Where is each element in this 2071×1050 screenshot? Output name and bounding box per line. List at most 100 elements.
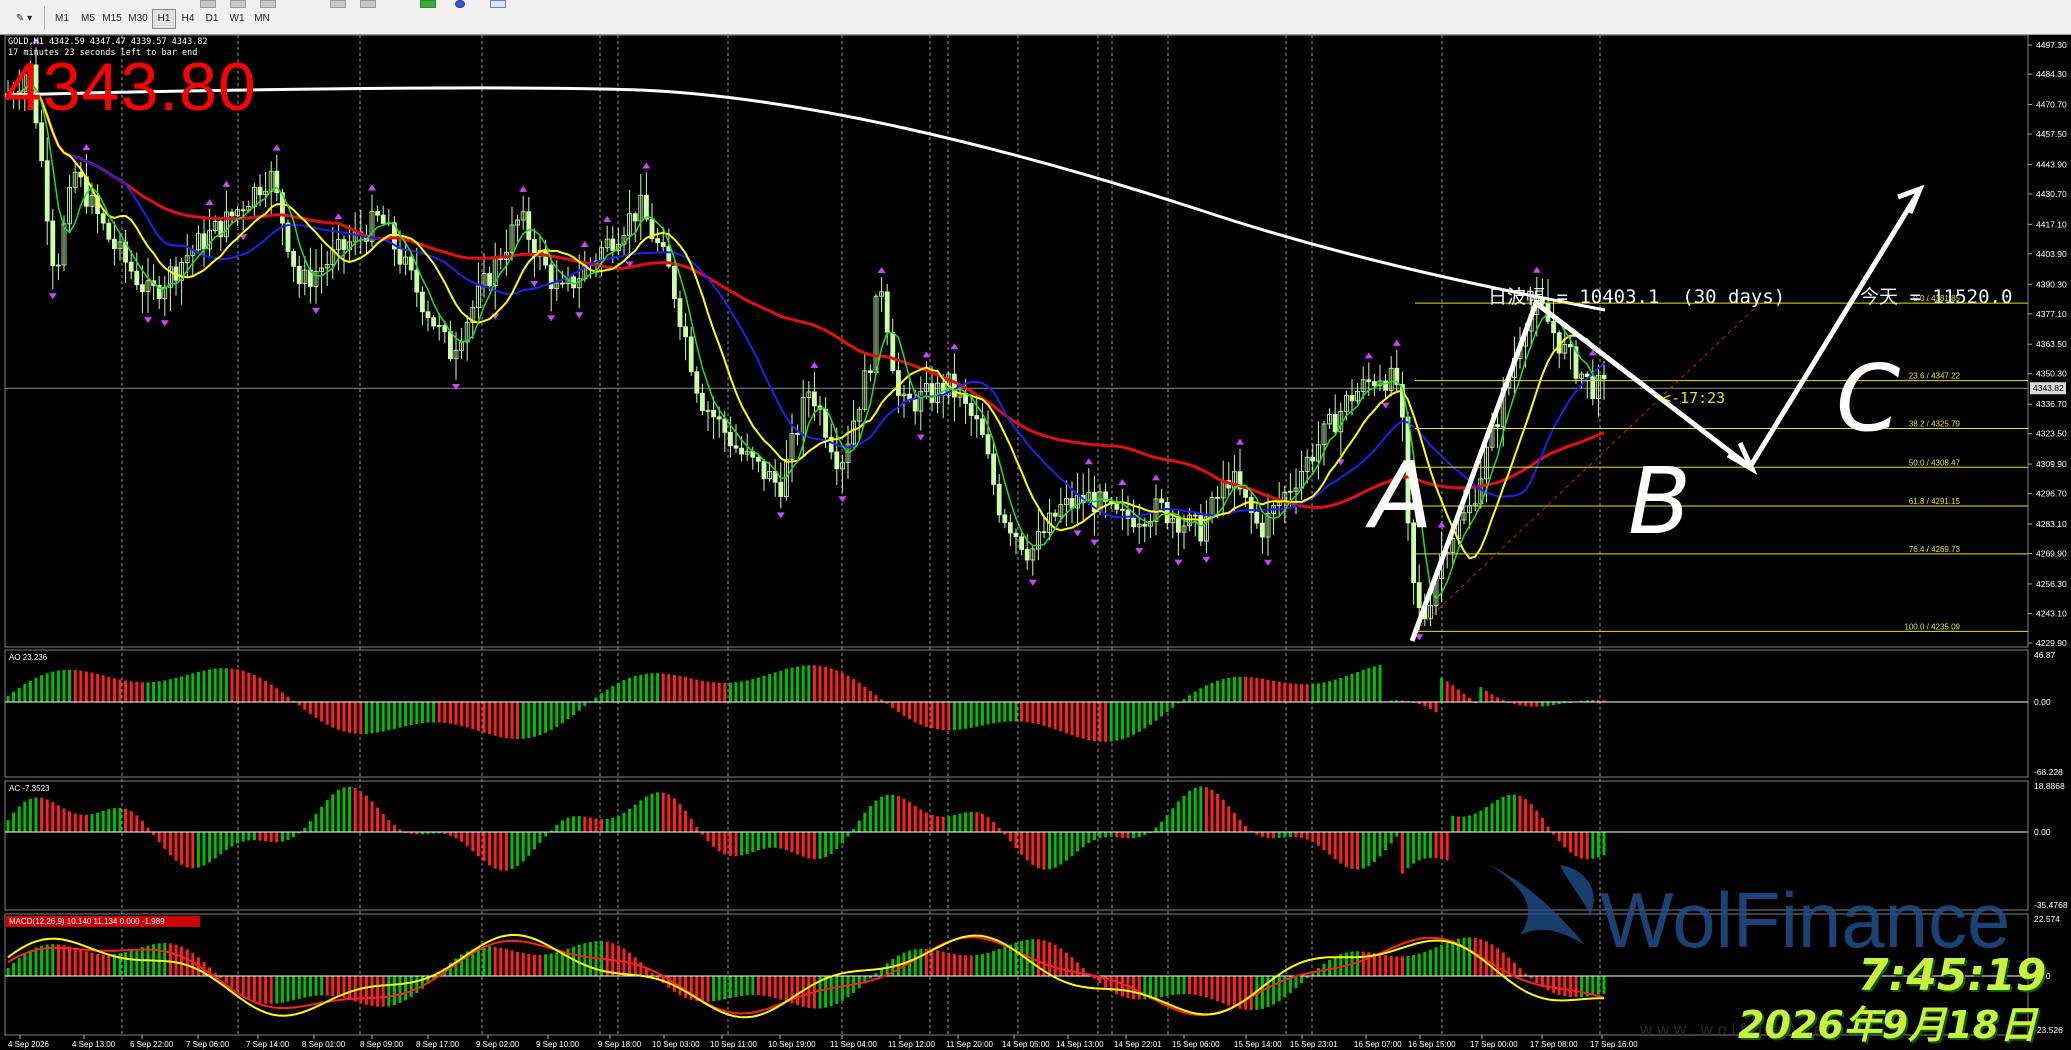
histogram-bar [532,702,536,737]
timeframe-m15[interactable]: M15 [100,9,124,29]
timeframe-h1[interactable]: H1 [152,9,176,29]
histogram-bar [1350,832,1354,869]
histogram-bar [728,976,732,999]
candle-body [952,373,957,398]
histogram-bar [280,692,284,702]
histogram-bar [381,702,385,732]
toolbar-icon[interactable] [230,0,246,8]
histogram-bar [448,832,452,836]
new-order-icon[interactable] [420,0,436,8]
histogram-bar [1204,685,1208,702]
histogram-bar [476,702,480,731]
candle-body [1349,394,1355,402]
histogram-bar [1400,956,1404,976]
histogram-bar [807,665,811,702]
candle-body [447,331,453,360]
toolbar-icon[interactable] [200,0,216,8]
histogram-bar [90,814,94,832]
histogram-bar [874,695,878,702]
histogram-bar [1143,702,1147,729]
timeframe-h4[interactable]: H4 [176,9,200,29]
window-icon[interactable] [490,0,506,8]
histogram-bar [275,832,279,843]
histogram-bar [667,794,671,832]
histogram-bar [348,702,352,733]
histogram-bar [1266,832,1270,838]
histogram-bar [1333,832,1337,860]
histogram-bar [566,817,570,832]
histogram-bar [1333,679,1337,702]
timeframe-mn[interactable]: MN [250,9,274,29]
histogram-bar [969,702,973,728]
histogram-bar [516,832,520,866]
time-tick-label: 8 Sep 09:00 [360,1040,404,1049]
histogram-bar [1501,796,1505,832]
histogram-bar [499,947,503,976]
histogram-bar [163,943,167,976]
timeframe-m1[interactable]: M1 [50,9,74,29]
histogram-bar [1591,976,1595,996]
histogram-bar [129,811,133,832]
macd-label: MACD(12,26,9) 10.140 11.134 0.000 -1.989 [9,917,165,926]
timeframe-d1[interactable]: D1 [200,9,224,29]
histogram-bar [516,951,520,976]
histogram-bar [420,702,424,724]
histogram-bar [577,944,581,976]
big-price: 4343.80 [4,49,257,125]
histogram-bar [1473,937,1477,976]
chart-canvas[interactable]: 4497.30 4484.30 4470.70 4457.50 4443.90 4430.… [0,35,2071,1050]
circle-icon[interactable] [455,0,465,8]
histogram-bar [12,812,16,832]
histogram-bar [370,702,374,734]
histogram-bar [73,948,77,976]
histogram-bar [314,976,318,996]
histogram-bar [913,702,917,723]
histogram-bar [762,675,766,702]
fib-label: 61.8 / 4291.15 [1909,497,1961,506]
histogram-bar [516,702,520,739]
histogram-bar [1182,976,1186,995]
drawing-tools-dropdown[interactable]: ✎ ▾ [8,9,40,29]
candle-body [543,250,548,266]
histogram-bar [1193,976,1197,995]
timeframe-m30[interactable]: M30 [126,9,150,29]
histogram-bar [773,672,777,702]
histogram-bar [812,665,816,702]
histogram-bar [68,811,72,832]
candle-body [996,483,1002,516]
toolbar-icon[interactable] [360,0,376,8]
histogram-bar [1535,702,1539,707]
candle-body [1192,514,1198,517]
candle-body [106,222,112,240]
toolbar-icon[interactable] [260,0,276,8]
histogram-bar [1400,832,1404,874]
histogram-bar [1008,702,1012,722]
histogram-bar [1120,702,1124,740]
histogram-bar [784,668,788,702]
histogram-bar [320,976,324,996]
histogram-bar [1540,702,1544,707]
histogram-bar [768,674,772,702]
price-tick-label: 4229.90 [2036,638,2067,648]
wave-label-a: A [1365,442,1433,549]
timeframe-w1[interactable]: W1 [225,9,249,29]
candle-body [1416,582,1422,608]
histogram-bar [1193,787,1197,832]
histogram-bar [359,702,363,734]
candle-body [968,402,974,416]
histogram-bar [1014,832,1018,849]
histogram-bar [644,673,648,702]
histogram-bar [913,805,917,832]
histogram-bar [320,806,324,832]
candle-body [756,456,761,462]
histogram-bar [1580,976,1584,997]
time-tick-label: 15 Sep 06:00 [1172,1040,1220,1049]
candle-body [134,270,140,286]
histogram-bar [672,674,676,702]
histogram-bar [247,672,251,702]
candle-body [711,409,716,418]
histogram-bar [829,832,833,854]
histogram-bar [583,702,587,707]
timeframe-m5[interactable]: M5 [76,9,100,29]
toolbar-icon[interactable] [330,0,346,8]
